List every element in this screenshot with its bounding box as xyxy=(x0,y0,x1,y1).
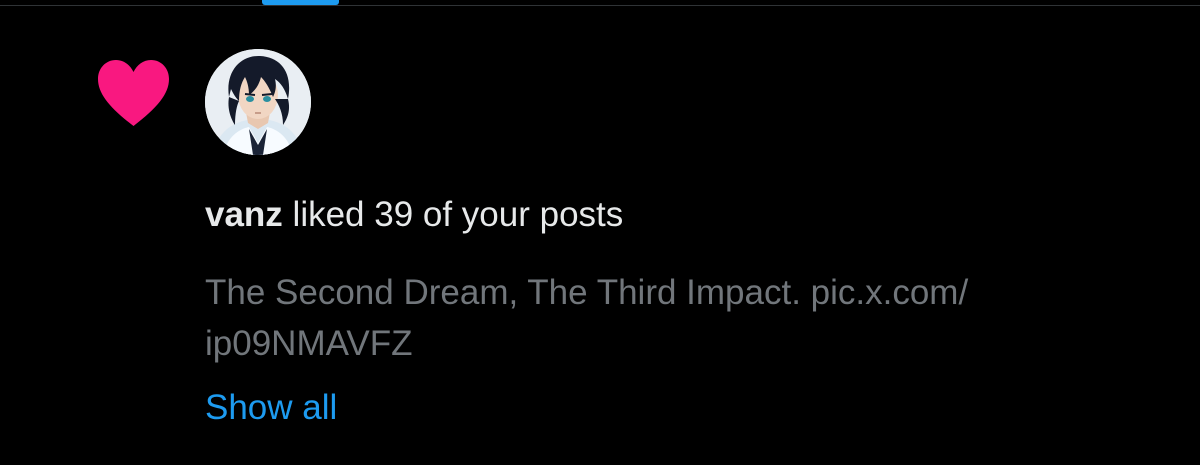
post-preview-text: The Second Dream, The Third Impact. pic.… xyxy=(205,273,969,363)
username[interactable]: vanz xyxy=(205,195,283,234)
notification-summary: vanz liked 39 of your posts xyxy=(205,193,623,237)
action-text: liked 39 of your posts xyxy=(282,195,624,234)
heart-icon xyxy=(98,60,169,126)
avatar[interactable] xyxy=(205,49,311,155)
show-all-link[interactable]: Show all xyxy=(205,386,337,430)
active-tab-indicator xyxy=(262,0,339,5)
like-notification[interactable]: vanz liked 39 of your posts The Second D… xyxy=(0,6,1200,465)
avatar-image xyxy=(205,49,311,155)
